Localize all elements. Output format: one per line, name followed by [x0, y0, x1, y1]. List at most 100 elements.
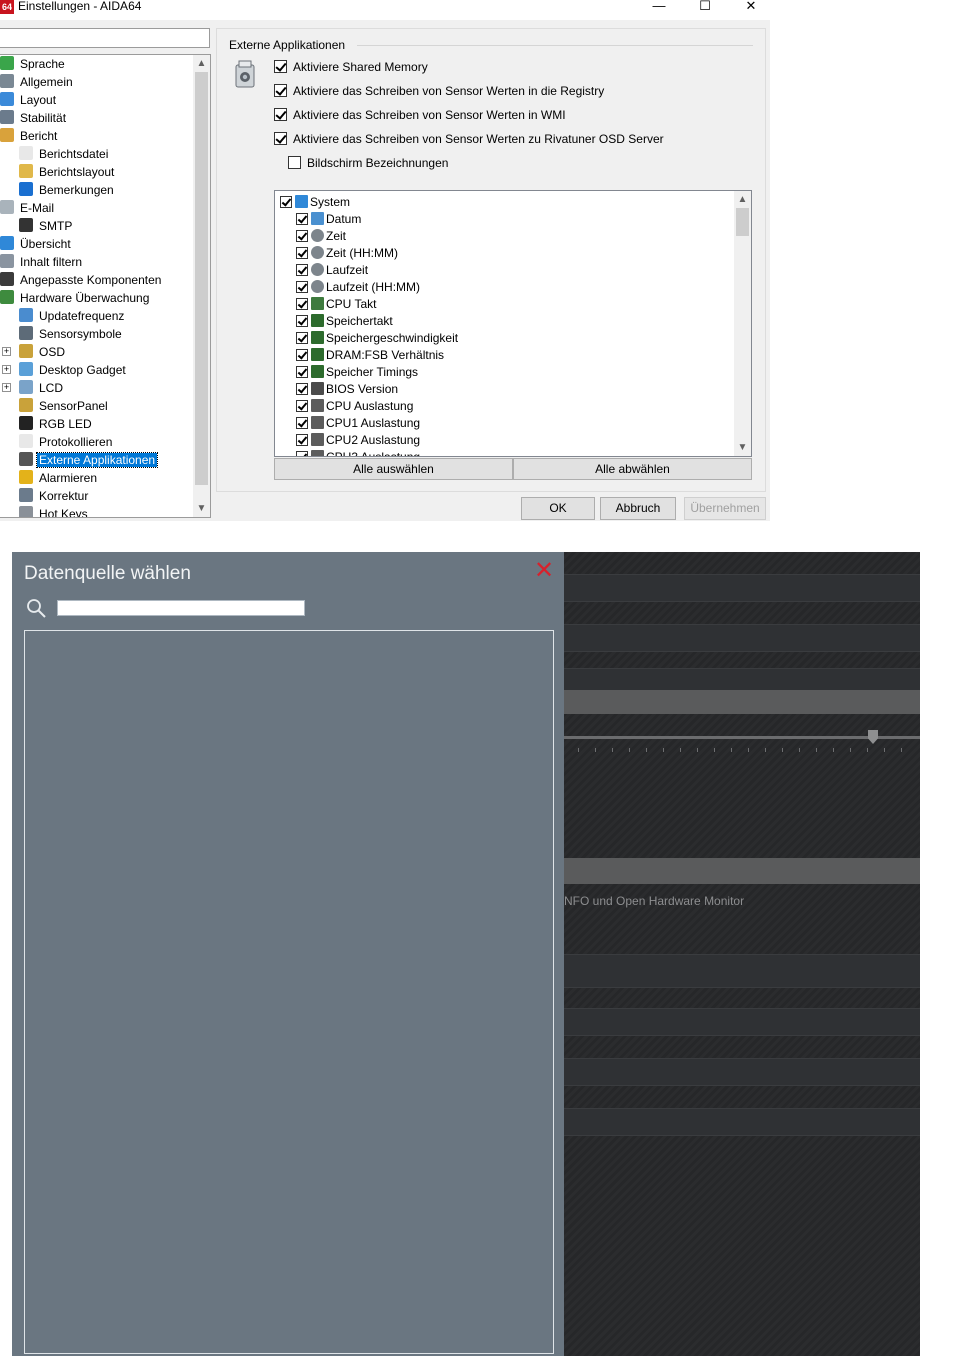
checkbox[interactable]: [296, 264, 308, 276]
datasource-list[interactable]: [24, 630, 554, 1354]
checkbox[interactable]: [296, 298, 308, 310]
checkbox[interactable]: [296, 400, 308, 412]
checkbox[interactable]: [296, 332, 308, 344]
sensor-item[interactable]: Laufzeit (HH:MM): [296, 279, 420, 296]
tree-item[interactable]: LCD: [19, 379, 65, 397]
tree-item[interactable]: Berichtsdatei: [19, 145, 110, 163]
scroll-thumb[interactable]: [736, 208, 749, 236]
tree-item[interactable]: SMTP: [19, 217, 74, 235]
checkbox[interactable]: [296, 417, 308, 429]
checkbox[interactable]: [296, 247, 308, 259]
scroll-thumb[interactable]: [195, 72, 208, 485]
tree-item[interactable]: Übersicht: [0, 235, 73, 253]
tree-item[interactable]: Alarmieren: [19, 469, 99, 487]
tree-item[interactable]: E-Mail: [0, 199, 56, 217]
checkbox[interactable]: [296, 451, 308, 456]
tree-item[interactable]: Allgemein: [0, 73, 75, 91]
tree-item[interactable]: Sprache: [0, 55, 67, 73]
search-input[interactable]: [57, 600, 305, 616]
list-scrollbar[interactable]: ▲ ▼: [734, 191, 751, 456]
scroll-up-arrow[interactable]: ▲: [193, 55, 210, 72]
close-button[interactable]: ✕: [728, 0, 770, 16]
option-registry[interactable]: Aktiviere das Schreiben von Sensor Werte…: [274, 82, 604, 100]
sensor-label: System: [310, 195, 351, 209]
tree-item[interactable]: Desktop Gadget: [19, 361, 128, 379]
sensor-item[interactable]: Datum: [296, 211, 361, 228]
expand-toggle-icon[interactable]: +: [2, 365, 11, 374]
close-icon[interactable]: ✕: [532, 559, 556, 583]
sensor-item[interactable]: Speicher Timings: [296, 364, 418, 381]
tree-item-label: Bemerkungen: [39, 183, 114, 197]
tree-scrollbar[interactable]: ▲ ▼: [193, 55, 210, 517]
tree-item[interactable]: Bericht: [0, 127, 59, 145]
tree-item[interactable]: Stabilität: [0, 109, 68, 127]
cancel-button[interactable]: Abbruch: [600, 497, 676, 520]
sensor-item[interactable]: DRAM:FSB Verhältnis: [296, 347, 444, 364]
option-wmi[interactable]: Aktiviere das Schreiben von Sensor Werte…: [274, 106, 566, 124]
tree-search-input[interactable]: [0, 28, 210, 48]
tree-item[interactable]: Bemerkungen: [19, 181, 116, 199]
sensor-item[interactable]: CPU Auslastung: [296, 398, 413, 415]
maximize-button[interactable]: ☐: [682, 0, 728, 16]
expand-toggle-icon[interactable]: +: [2, 383, 11, 392]
option-screen-labels[interactable]: Bildschirm Bezeichnungen: [288, 154, 448, 172]
expand-toggle-icon[interactable]: +: [2, 347, 11, 356]
checkbox[interactable]: [274, 84, 287, 97]
checkbox[interactable]: [296, 434, 308, 446]
ok-button[interactable]: OK: [521, 497, 595, 520]
checkbox[interactable]: [280, 196, 292, 208]
minimize-button[interactable]: —: [636, 0, 682, 16]
deselect-all-button[interactable]: Alle abwählen: [513, 458, 752, 480]
aida64-logo-icon: 64: [0, 0, 14, 14]
scroll-down-arrow[interactable]: ▼: [193, 500, 210, 517]
tree-item[interactable]: Layout: [0, 91, 58, 109]
tree-item[interactable]: Hot Keys: [19, 505, 90, 517]
checkbox[interactable]: [296, 349, 308, 361]
option-rivatuner[interactable]: Aktiviere das Schreiben von Sensor Werte…: [274, 130, 664, 148]
search-icon: [27, 599, 46, 618]
checkbox[interactable]: [296, 366, 308, 378]
checkbox[interactable]: [296, 230, 308, 242]
sensor-item[interactable]: Zeit: [296, 228, 346, 245]
sensor-item[interactable]: Laufzeit: [296, 262, 368, 279]
checkbox[interactable]: [274, 132, 287, 145]
tree-item[interactable]: Protokollieren: [19, 433, 114, 451]
tree-item[interactable]: Angepasste Komponenten: [0, 271, 163, 289]
sensor-item[interactable]: Speichergeschwindigkeit: [296, 330, 458, 347]
settings-tree[interactable]: Sprache Allgemein Layout Stabilität Bericht B…: [0, 54, 211, 518]
checkbox[interactable]: [288, 156, 301, 169]
tree-item[interactable]: Externe Applikationen: [19, 451, 159, 469]
checkbox[interactable]: [296, 383, 308, 395]
apply-button[interactable]: Übernehmen: [684, 497, 766, 520]
sensor-item[interactable]: BIOS Version: [296, 381, 398, 398]
tree-item[interactable]: RGB LED: [19, 415, 94, 433]
checkbox[interactable]: [296, 281, 308, 293]
sensor-item[interactable]: System: [280, 194, 350, 211]
sensor-item[interactable]: CPU1 Auslastung: [296, 415, 420, 432]
sensor-item[interactable]: Zeit (HH:MM): [296, 245, 398, 262]
select-all-button[interactable]: Alle auswählen: [274, 458, 513, 480]
gadget-icon: [19, 362, 33, 376]
memory-icon: [311, 331, 324, 344]
tree-item[interactable]: SensorPanel: [19, 397, 110, 415]
sensor-list[interactable]: System Datum Zeit Zeit (HH:MM) Laufzeit Laufz…: [274, 190, 752, 457]
checkbox[interactable]: [274, 108, 287, 121]
sensor-item[interactable]: CPU Takt: [296, 296, 376, 313]
tree-item[interactable]: Sensorsymbole: [19, 325, 124, 343]
tree-item[interactable]: OSD: [19, 343, 67, 361]
tree-item[interactable]: Berichtslayout: [19, 163, 116, 181]
checkbox[interactable]: [296, 213, 308, 225]
sensor-item[interactable]: CPU2 Auslastung: [296, 432, 420, 449]
checkbox[interactable]: [274, 60, 287, 73]
tree-item[interactable]: Updatefrequenz: [19, 307, 126, 325]
option-shared-memory[interactable]: Aktiviere Shared Memory: [274, 58, 428, 76]
tree-item[interactable]: Korrektur: [19, 487, 90, 505]
sensor-item[interactable]: CPU3 Auslastung: [296, 449, 420, 456]
tree-item[interactable]: Hardware Überwachung: [0, 289, 151, 307]
sensor-item[interactable]: Speichertakt: [296, 313, 393, 330]
checkbox[interactable]: [296, 315, 308, 327]
tree-item-label: Stabilität: [20, 111, 67, 125]
scroll-up-arrow[interactable]: ▲: [734, 191, 751, 208]
scroll-down-arrow[interactable]: ▼: [734, 439, 751, 456]
tree-item[interactable]: Inhalt filtern: [0, 253, 84, 271]
